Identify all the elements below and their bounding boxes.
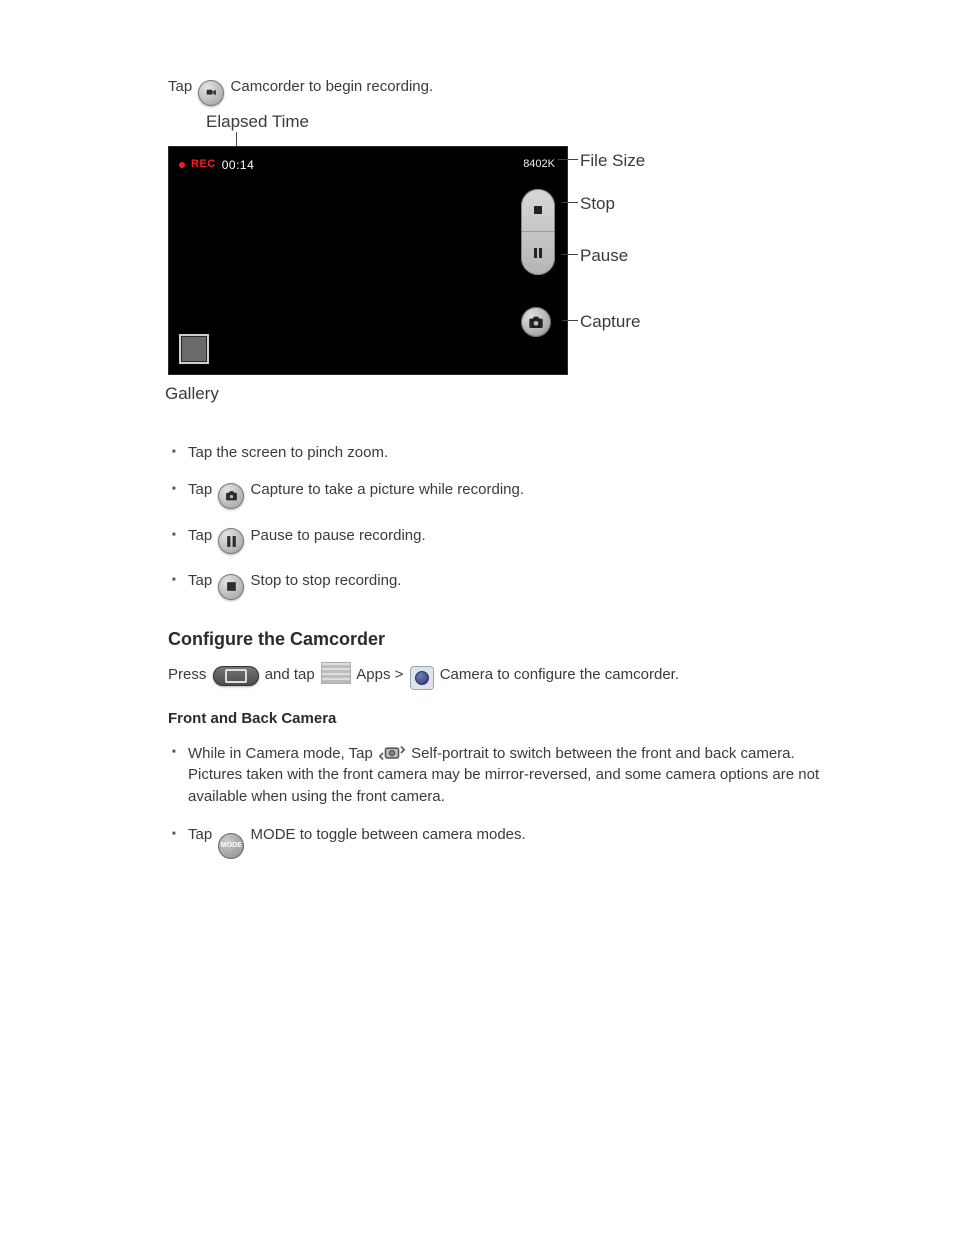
front-back-camera-heading: Front and Back Camera	[168, 708, 830, 730]
text: While in Camera mode, Tap	[188, 745, 377, 762]
recording-instructions: Tap the screen to pinch zoom. Tap Captur…	[168, 442, 830, 600]
stop-button[interactable]	[521, 189, 555, 232]
text: Tap	[188, 826, 216, 843]
text: Stop to stop recording.	[251, 572, 402, 589]
lead-line	[562, 320, 578, 321]
list-item: Tap Pause to pause recording.	[168, 525, 830, 555]
intro-before: Tap	[168, 78, 196, 95]
mode-icon: MODE	[218, 833, 244, 859]
rec-text: REC	[191, 157, 216, 173]
elapsed-time-label: Elapsed Time	[206, 110, 309, 135]
list-item: Tap Stop to stop recording.	[168, 570, 830, 600]
pause-label: Pause	[580, 244, 628, 269]
configure-camcorder-para: Press and tap Apps > Camera to configure…	[168, 662, 830, 690]
text: Tap	[188, 444, 212, 461]
text: and tap	[265, 666, 319, 683]
text: Tap	[188, 572, 216, 589]
self-portrait-icon	[379, 742, 405, 764]
capture-button[interactable]	[521, 307, 551, 337]
text: Apps >	[356, 666, 407, 683]
capture-icon	[218, 483, 244, 509]
stop-label: Stop	[580, 192, 615, 217]
home-button-icon	[213, 666, 259, 686]
stop-icon	[218, 574, 244, 600]
text: Tap	[188, 481, 216, 498]
text: Camera to configure the camcorder.	[440, 666, 679, 683]
capture-label: Capture	[580, 310, 640, 335]
intro-line: Tap Camcorder to begin recording.	[168, 76, 830, 106]
record-controls	[521, 189, 555, 275]
text: Pause to pause recording.	[251, 527, 426, 544]
viewfinder: REC 00:14 8402K	[168, 146, 568, 375]
list-item: Tap Capture to take a picture while reco…	[168, 479, 830, 509]
gallery-thumbnail[interactable]	[179, 334, 209, 364]
text: Press	[168, 666, 211, 683]
rec-indicator: REC 00:14	[179, 157, 254, 174]
file-size-label: File Size	[580, 149, 645, 174]
apps-grid-icon	[321, 662, 351, 684]
camera-app-icon	[410, 666, 434, 690]
text: the screen to pinch zoom.	[216, 444, 388, 461]
pause-button[interactable]	[521, 231, 555, 275]
gallery-label: Gallery	[165, 382, 219, 407]
file-size-value: 8402K	[523, 157, 555, 173]
configure-camcorder-heading: Configure the Camcorder	[168, 626, 830, 652]
rec-dot-icon	[179, 162, 185, 168]
lead-line	[562, 202, 578, 203]
elapsed-time-value: 00:14	[222, 157, 255, 174]
list-item: While in Camera mode, Tap Self-portrait …	[168, 742, 830, 808]
front-camera-instructions: While in Camera mode, Tap Self-portrait …	[168, 742, 830, 859]
text: Tap	[188, 527, 216, 544]
text: Capture to take a picture while recordin…	[251, 481, 524, 498]
list-item: Tap MODE MODE to toggle between camera m…	[168, 824, 830, 859]
intro-after: Camcorder to begin recording.	[231, 78, 434, 95]
list-item: Tap the screen to pinch zoom.	[168, 442, 830, 464]
lead-line	[562, 254, 578, 255]
lead-line	[558, 159, 578, 160]
text: MODE to toggle between camera modes.	[251, 826, 526, 843]
camcorder-icon	[198, 80, 224, 106]
pause-icon	[218, 528, 244, 554]
recording-diagram: Elapsed Time REC 00:14 8402K	[168, 120, 830, 420]
